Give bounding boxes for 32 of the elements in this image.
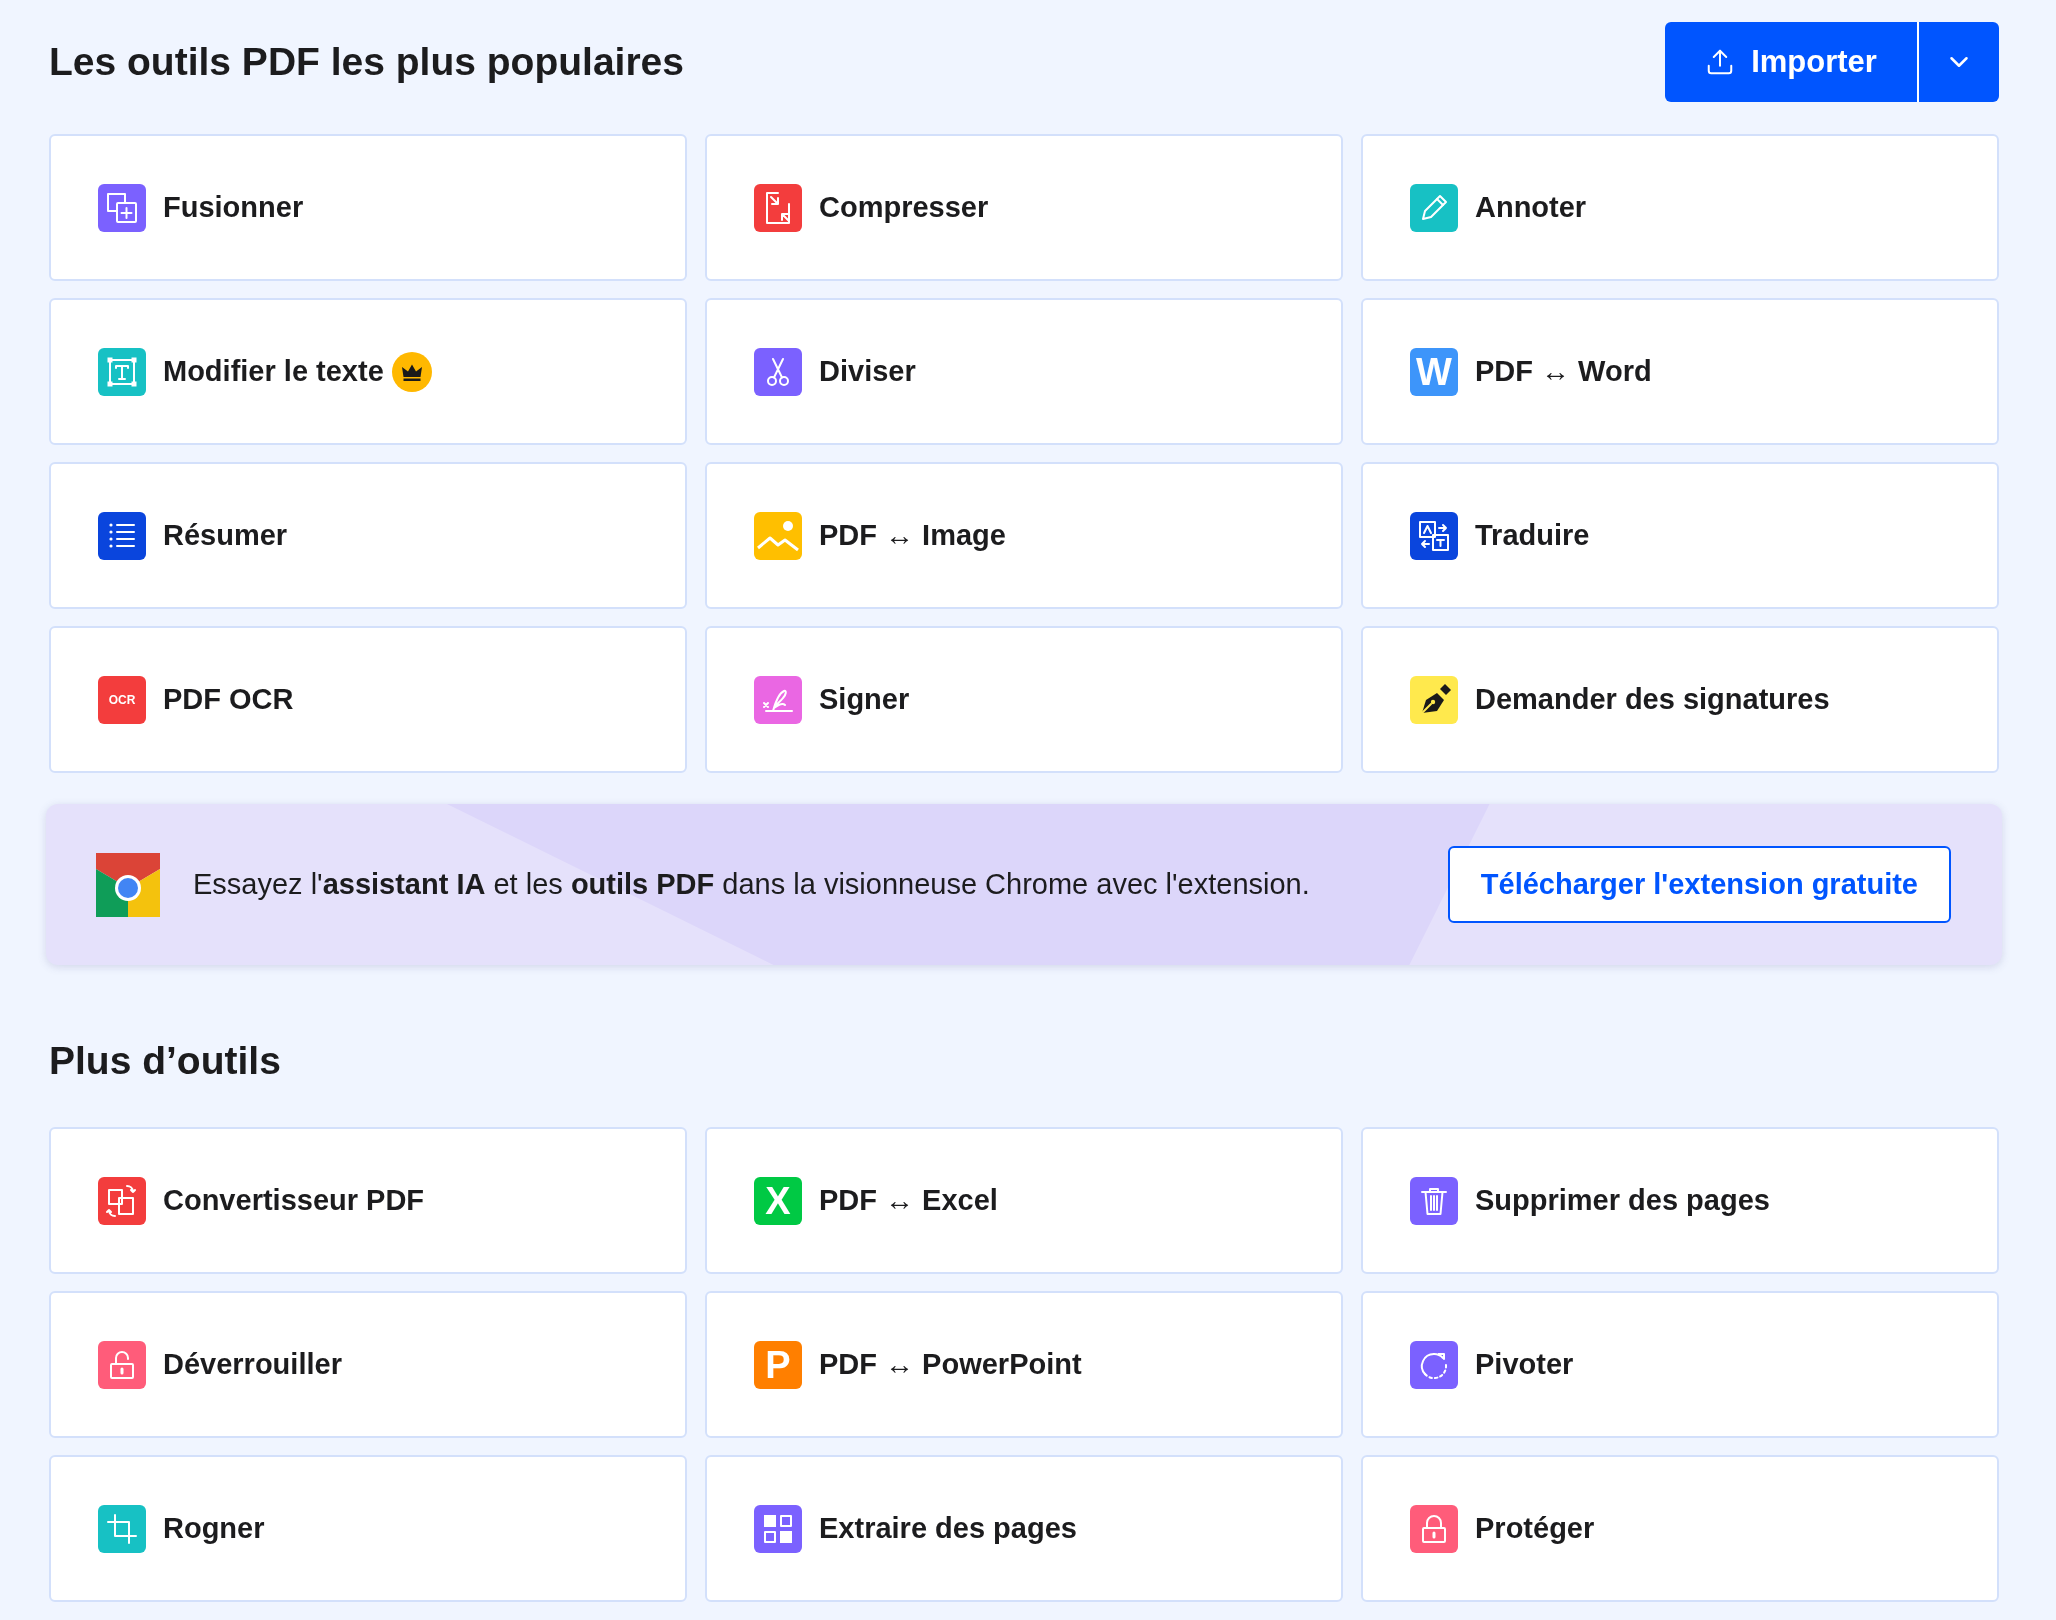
- tool-card[interactable]: Signer: [705, 626, 1343, 773]
- download-extension-button[interactable]: Télécharger l'extension gratuite: [1447, 846, 1951, 923]
- tool-card[interactable]: Extraire des pages: [705, 1455, 1343, 1602]
- tool-card[interactable]: Résumer: [49, 462, 687, 609]
- banner-text: Essayez l'assistant IA et les outils PDF dans la visionneuse Chrome avec l'extension.: [193, 866, 1310, 902]
- letter-tile: W: [1410, 347, 1458, 396]
- tool-card[interactable]: Protéger: [1361, 1455, 1999, 1602]
- tool-card[interactable]: PDF ↔ Image: [705, 462, 1343, 609]
- tool-card[interactable]: Demander des signatures: [1361, 626, 1999, 773]
- dropdown-button[interactable]: [1917, 22, 1999, 102]
- section-title: Plus d’outils: [49, 1037, 281, 1084]
- tool-card[interactable]: P PDF ↔ PowerPoint: [705, 1291, 1343, 1438]
- tool-card[interactable]: Pivoter: [1361, 1291, 1999, 1438]
- import-button[interactable]: Importer: [1665, 22, 1917, 102]
- tool-card[interactable]: X PDF ↔ Excel: [705, 1127, 1343, 1274]
- tool-card[interactable]: Rogner: [49, 1455, 687, 1602]
- browser-logo-icon: [96, 852, 160, 917]
- tool-card[interactable]: OCR PDF OCR: [49, 626, 687, 773]
- tool-card[interactable]: Fusionner: [49, 134, 687, 281]
- tool-card[interactable]: Modifier le texte: [49, 298, 687, 445]
- tool-card[interactable]: Supprimer des pages: [1361, 1127, 1999, 1274]
- tool-card[interactable]: W PDF ↔ Word: [1361, 298, 1999, 445]
- tool-card[interactable]: Traduire: [1361, 462, 1999, 609]
- section-title: Les outils PDF les plus populaires: [49, 38, 684, 85]
- tool-card[interactable]: Déverrouiller: [49, 1291, 687, 1438]
- letter-tile: P: [754, 1340, 802, 1389]
- tool-card[interactable]: Compresser: [705, 134, 1343, 281]
- tool-card[interactable]: Diviser: [705, 298, 1343, 445]
- tool-card[interactable]: Convertisseur PDF: [49, 1127, 687, 1274]
- tool-card[interactable]: Annoter: [1361, 134, 1999, 281]
- letter-tile: OCR: [98, 675, 146, 724]
- letter-tile: X: [754, 1176, 802, 1225]
